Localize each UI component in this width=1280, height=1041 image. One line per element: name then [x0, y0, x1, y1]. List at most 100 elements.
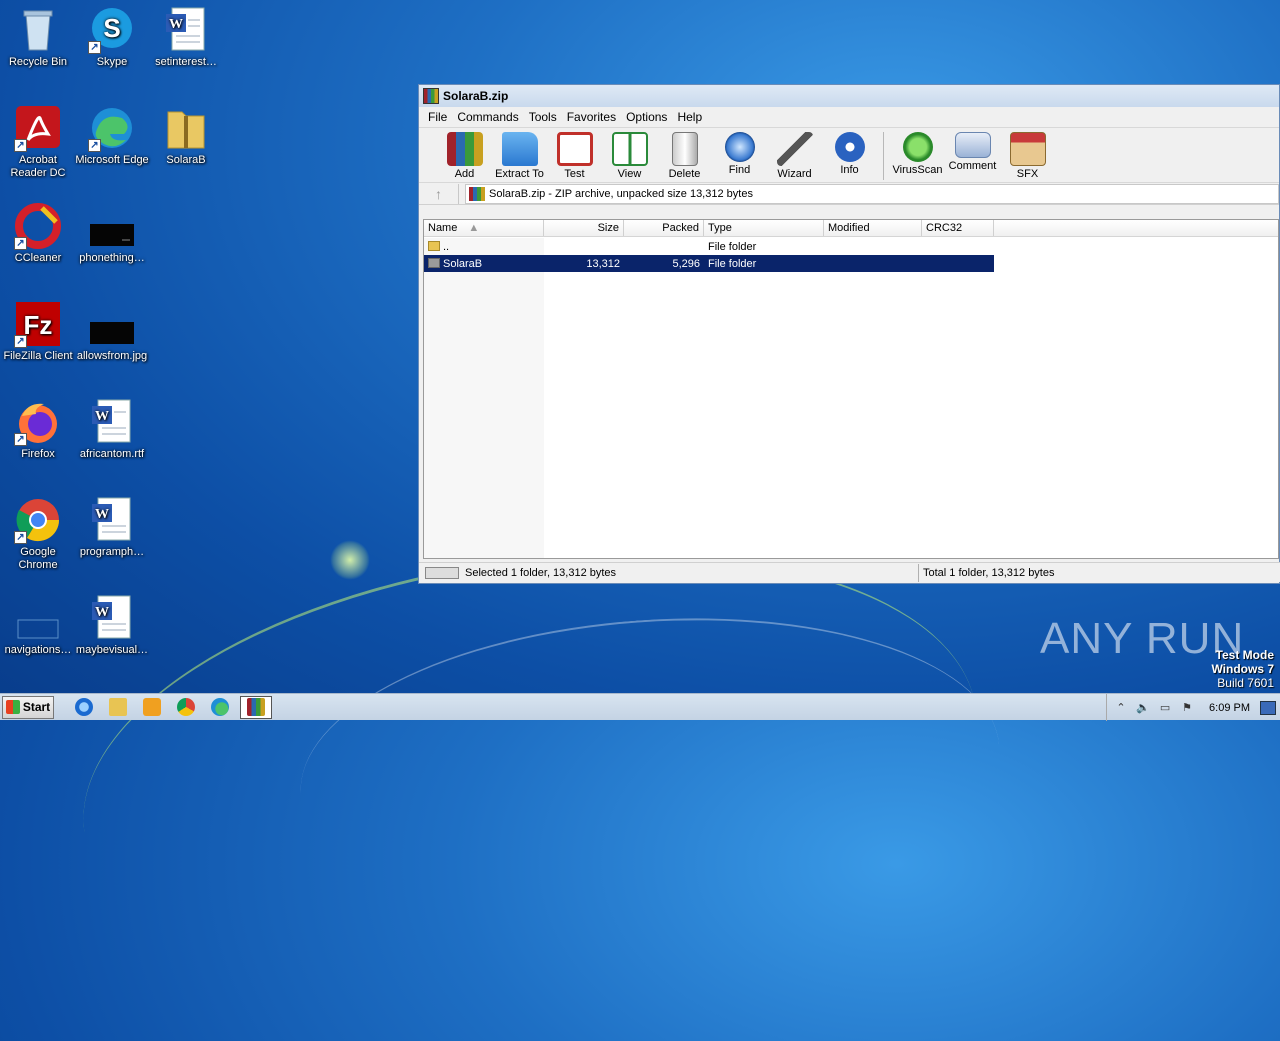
file-list[interactable]: Name ▲ Size Packed Type Modified CRC32 .…	[423, 219, 1279, 559]
shortcut-arrow-icon: ↗	[14, 335, 27, 348]
zip-archive-icon	[469, 186, 485, 201]
internet-explorer-icon	[75, 698, 93, 716]
taskbar-edge[interactable]	[206, 696, 234, 719]
column-size-header[interactable]: Size	[544, 220, 624, 236]
word-document-icon: W	[162, 6, 210, 54]
desktop-icon-phonething[interactable]: phonething…	[74, 202, 150, 265]
virusscan-bug-icon	[902, 132, 933, 162]
sfx-button[interactable]: SFX	[1000, 128, 1055, 180]
column-crc32-header[interactable]: CRC32	[922, 220, 994, 236]
desktop-icon-skype[interactable]: S ↗ Skype	[74, 6, 150, 69]
window-titlebar[interactable]: SolaraB.zip	[419, 85, 1279, 107]
image-thumbnail-icon	[88, 202, 136, 250]
show-hidden-icons-icon[interactable]: ⌃	[1113, 701, 1129, 715]
sfx-box-icon	[1009, 132, 1046, 166]
taskbar-chrome[interactable]	[172, 696, 200, 719]
column-packed-header[interactable]: Packed	[624, 220, 704, 236]
wallpaper-swoosh	[290, 595, 1010, 945]
name-column-shade	[424, 238, 544, 558]
up-one-level-button[interactable]: ↑	[419, 183, 459, 204]
test-clipboard-icon	[556, 132, 593, 166]
acrobat-icon: ↗	[14, 104, 62, 152]
sort-ascending-icon: ▲	[468, 222, 480, 234]
find-button[interactable]: Find	[712, 128, 767, 176]
desktop-icon-programph[interactable]: W programph…	[74, 496, 150, 559]
taskbar: Start ⌃ 🔈 ▭ ⚑ 6:09 PM	[0, 693, 1280, 721]
view-book-icon	[611, 132, 648, 166]
desktop-icon-allowsfrom[interactable]: allowsfrom.jpg	[74, 300, 150, 363]
menu-commands[interactable]: Commands	[452, 110, 523, 124]
show-desktop-button[interactable]	[1260, 700, 1276, 715]
windows-flag-icon	[5, 700, 20, 714]
virusscan-button[interactable]: VirusScan	[890, 128, 945, 176]
desktop-icon-firefox[interactable]: ↗ Firefox	[0, 398, 76, 461]
menu-help[interactable]: Help	[672, 110, 707, 124]
column-type-header[interactable]: Type	[704, 220, 824, 236]
filezilla-icon: Fz ↗	[14, 300, 62, 348]
shortcut-arrow-icon: ↗	[14, 139, 27, 152]
taskbar-ie[interactable]	[70, 696, 98, 719]
file-row-parent[interactable]: .. File folder	[424, 238, 824, 255]
winrar-window[interactable]: SolaraB.zip File Commands Tools Favorite…	[418, 84, 1280, 584]
desktop-icon-solarab-zip[interactable]: SolaraB	[148, 104, 224, 167]
desktop-icon-acrobat[interactable]: ↗ Acrobat Reader DC	[0, 104, 76, 180]
winrar-app-icon	[247, 698, 265, 716]
toolbar: Add Extract To Test View Delete Find Wiz…	[419, 127, 1279, 183]
system-tray: ⌃ 🔈 ▭ ⚑ 6:09 PM	[1106, 694, 1280, 721]
menu-favorites[interactable]: Favorites	[562, 110, 621, 124]
chrome-icon	[177, 698, 195, 716]
volume-icon[interactable]: 🔈	[1135, 701, 1151, 715]
svg-text:Fz: Fz	[24, 310, 53, 340]
taskbar-explorer[interactable]	[104, 696, 132, 719]
desktop-icon-navigations[interactable]: navigations…	[0, 594, 76, 657]
desktop-icon-setinterest[interactable]: W setinterest…	[148, 6, 224, 69]
desktop-icon-edge[interactable]: ↗ Microsoft Edge	[74, 104, 150, 167]
add-archive-icon	[446, 132, 483, 166]
archive-path-field[interactable]: SolaraB.zip - ZIP archive, unpacked size…	[465, 183, 1279, 204]
comment-bubble-icon	[954, 132, 991, 158]
chrome-icon: ↗	[14, 496, 62, 544]
comment-button[interactable]: Comment	[945, 128, 1000, 172]
action-center-flag-icon[interactable]: ⚑	[1179, 701, 1195, 715]
menu-tools[interactable]: Tools	[524, 110, 562, 124]
winrar-app-icon	[423, 88, 439, 104]
word-document-icon: W	[88, 398, 136, 446]
word-document-icon: W	[88, 594, 136, 642]
clock[interactable]: 6:09 PM	[1209, 702, 1250, 714]
menu-options[interactable]: Options	[621, 110, 672, 124]
extract-to-button[interactable]: Extract To	[492, 128, 547, 180]
menu-file[interactable]: File	[423, 110, 452, 124]
wizard-button[interactable]: Wizard	[767, 128, 822, 180]
column-modified-header[interactable]: Modified	[824, 220, 922, 236]
toolbar-separator	[883, 132, 884, 180]
add-button[interactable]: Add	[437, 128, 492, 180]
edge-icon: ↗	[88, 104, 136, 152]
svg-text:W: W	[95, 605, 109, 620]
view-button[interactable]: View	[602, 128, 657, 180]
recycle-bin-icon	[14, 6, 62, 54]
folder-icon	[109, 698, 127, 716]
delete-trash-icon	[671, 132, 698, 166]
network-icon[interactable]: ▭	[1157, 701, 1173, 715]
info-button[interactable]: Info	[822, 128, 877, 176]
taskbar-winrar[interactable]	[240, 695, 272, 719]
status-total: Total 1 folder, 13,312 bytes	[923, 566, 1055, 579]
desktop-icon-maybevisual[interactable]: W maybevisual…	[74, 594, 150, 657]
desktop-icon-recycle-bin[interactable]: Recycle Bin	[0, 6, 76, 69]
file-list-header: Name ▲ Size Packed Type Modified CRC32	[424, 220, 1278, 237]
delete-button[interactable]: Delete	[657, 128, 712, 180]
start-button[interactable]: Start	[2, 695, 54, 719]
taskbar-media-player[interactable]	[138, 696, 166, 719]
svg-text:W: W	[95, 409, 109, 424]
desktop-icon-africantom[interactable]: W africantom.rtf	[74, 398, 150, 461]
file-row-solarab[interactable]: SolaraB 13,312 5,296 File folder	[424, 255, 994, 272]
desktop-icon-chrome[interactable]: ↗ Google Chrome	[0, 496, 76, 572]
column-name-header[interactable]: Name ▲	[424, 220, 544, 236]
zip-folder-icon	[162, 104, 210, 152]
firefox-icon: ↗	[14, 398, 62, 446]
desktop-icon-filezilla[interactable]: Fz ↗ FileZilla Client	[0, 300, 76, 363]
wizard-wand-icon	[776, 132, 813, 166]
desktop-icon-ccleaner[interactable]: ↗ CCleaner	[0, 202, 76, 265]
test-button[interactable]: Test	[547, 128, 602, 180]
svg-text:W: W	[95, 507, 109, 522]
